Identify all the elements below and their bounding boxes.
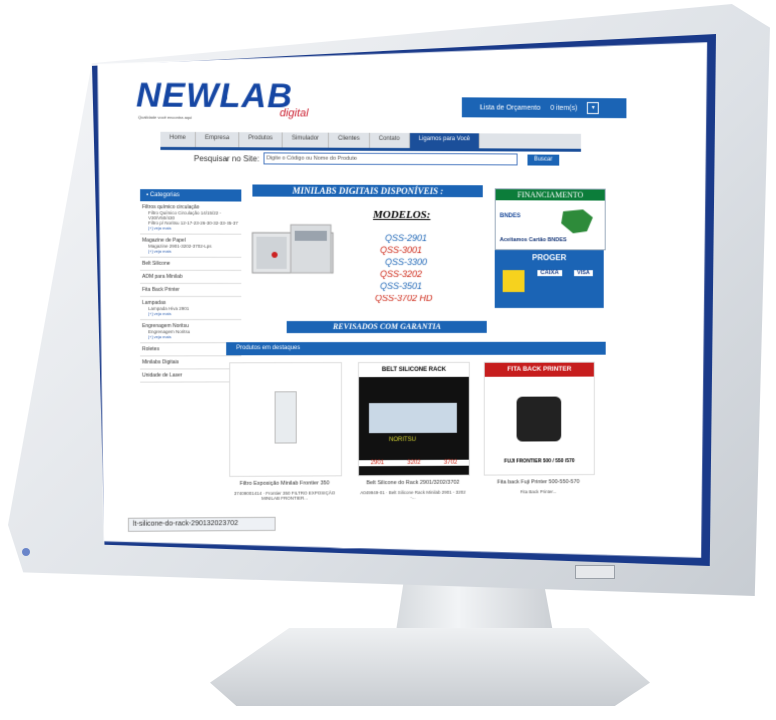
see-more-link[interactable]: [+] veja mais xyxy=(142,249,239,254)
bndes-logo: BNDES xyxy=(499,213,521,220)
financing-box[interactable]: FINANCIAMENTO BNDES Aceitamos Cartão BND… xyxy=(495,188,606,250)
image-title: BELT SILICONE RACK xyxy=(359,363,469,377)
main-nav: Home Empresa Produtos Simulador Clientes… xyxy=(160,132,581,152)
product-card[interactable]: BELT SILICONE RACK NORITSU 2901 3202 370… xyxy=(358,362,468,500)
quote-list-cart[interactable]: Lista de Orçamento 0 item(s) ▾ xyxy=(462,97,627,118)
sidebar-title: ▪ Categorias xyxy=(140,189,241,201)
sidebar-item[interactable]: Filtros químico circulação Filtro Químic… xyxy=(140,201,241,234)
sidebar-item[interactable]: Magazine de Papel Magazine 2901-3202-370… xyxy=(140,234,241,257)
sidebar-item[interactable]: Unidade de Laser xyxy=(140,369,241,382)
sidebar-subitem[interactable]: Filtro Químico Circulação 14/15/22 - V30… xyxy=(142,210,239,220)
product-image[interactable] xyxy=(229,362,342,477)
featured-products-title: Produtos em destaques xyxy=(226,342,606,356)
image-title: FITA BACK PRINTER xyxy=(485,363,594,377)
product-desc: 37409001414 · Frontier 350 FILTRO EXPOSI… xyxy=(234,490,336,501)
image-number: 3202 xyxy=(407,459,421,466)
nav-empresa[interactable]: Empresa xyxy=(196,132,239,147)
cart-count: 0 item(s) xyxy=(550,104,578,112)
monitor: NEWLAB digital Qualidade você encontra a… xyxy=(0,0,776,720)
image-number: 3702 xyxy=(443,459,458,466)
site-tagline: Qualidade você encontra aqui xyxy=(138,114,192,120)
bndes-card-note: Aceitamos Cartão BNDES xyxy=(499,237,567,244)
visa-logo: VISA xyxy=(574,270,593,276)
proger-box[interactable]: PROGER CAIXA VISA xyxy=(495,250,604,308)
sidebar-item[interactable]: Belt Silicone xyxy=(140,258,241,271)
monitor-button[interactable] xyxy=(575,565,615,579)
nav-home[interactable]: Home xyxy=(160,132,195,147)
product-image[interactable]: BELT SILICONE RACK NORITSU 2901 3202 370… xyxy=(358,362,470,476)
caixa-logo: CAIXA xyxy=(537,270,561,276)
sidebar-item[interactable]: Minilabs Digitais xyxy=(140,356,241,369)
sidebar-item[interactable]: Lampadas Lampada Hiva 2901 [+] veja mais xyxy=(140,297,241,320)
image-number: 2901 xyxy=(370,460,384,467)
model-item: QSS-2901 xyxy=(385,232,428,244)
product-desc: A049949-01 · Belt Silicone Rack Minilab … xyxy=(360,489,466,500)
power-led-icon xyxy=(22,548,30,556)
financing-title: FINANCIAMENTO xyxy=(496,189,605,200)
monitor-stand-base xyxy=(210,628,650,706)
nav-contato[interactable]: Contato xyxy=(370,133,410,148)
see-more-link[interactable]: [+] veja mais xyxy=(142,311,239,316)
cart-label: Lista de Orçamento xyxy=(479,103,541,112)
sidebar-item[interactable]: Engrenagem Noritsu Engrenagem Noritsu [+… xyxy=(140,320,241,343)
screen: NEWLAB digital Qualidade você encontra a… xyxy=(97,38,707,563)
banco-do-brasil-icon xyxy=(503,270,525,292)
banner-title: MINILABS DIGITAIS DISPONÍVEIS : xyxy=(252,184,482,197)
product-card[interactable]: Filtro Exposição Minilab Frontier 350 37… xyxy=(229,362,340,501)
site-logo[interactable]: NEWLAB xyxy=(136,76,293,116)
product-name[interactable]: Belt Silicone do Rack 2901/3202/3702 xyxy=(358,480,468,487)
model-item: QSS-3300 xyxy=(385,256,428,268)
cart-icon: ▾ xyxy=(587,102,599,114)
product-image[interactable]: FITA BACK PRINTER FUJI FRONTIER 500 / 55… xyxy=(484,362,595,476)
product-name[interactable]: Fita back Fuji Printer 500-550-570 xyxy=(484,479,593,486)
minilab-banner[interactable]: MINILABS DIGITAIS DISPONÍVEIS : MODELOS:… xyxy=(244,184,489,345)
search-bar: Pesquisar no Site: Digite o Código ou No… xyxy=(194,152,559,166)
nav-simulador[interactable]: Simulador xyxy=(283,132,329,147)
product-card[interactable]: FITA BACK PRINTER FUJI FRONTIER 500 / 55… xyxy=(484,362,593,495)
model-item: QSS-3202 xyxy=(379,268,423,280)
site-logo-sub: digital xyxy=(279,107,309,120)
model-item: QSS-3001 xyxy=(379,244,423,256)
model-item: QSS-3501 xyxy=(379,280,423,292)
search-button[interactable]: Buscar xyxy=(527,154,559,165)
banner-bottom: REVISADOS COM GARANTIA xyxy=(287,321,487,333)
sidebar-item[interactable]: ADM para Minilab xyxy=(140,271,241,284)
product-name[interactable]: Filtro Exposição Minilab Frontier 350 xyxy=(229,480,340,487)
image-caption: FUJI FRONTIER 500 / 550 /570 xyxy=(504,458,575,465)
minilab-machine-image xyxy=(244,215,340,280)
models-title: MODELOS: xyxy=(372,208,431,222)
status-url-bar: lt-silicone-do-rack-290132023702 xyxy=(128,517,276,532)
nav-ligamos[interactable]: Ligamos para Você xyxy=(410,133,480,148)
search-input[interactable]: Digite o Código ou Nome do Produto xyxy=(263,152,517,165)
product-desc: Fita Back Printer... xyxy=(520,489,557,495)
sidebar-item[interactable]: Fita Back Printer xyxy=(140,284,241,297)
search-label: Pesquisar no Site: xyxy=(193,153,260,163)
model-item: QSS-3702 HD xyxy=(374,292,433,304)
see-more-link[interactable]: [+] veja mais xyxy=(142,334,239,339)
proger-title: PROGER xyxy=(532,253,567,263)
nav-clientes[interactable]: Clientes xyxy=(329,133,370,148)
see-more-link[interactable]: [+] veja mais xyxy=(142,225,239,230)
nav-produtos[interactable]: Produtos xyxy=(239,132,282,147)
brazil-map-icon xyxy=(555,207,595,235)
image-brand: NORITSU xyxy=(389,436,416,444)
